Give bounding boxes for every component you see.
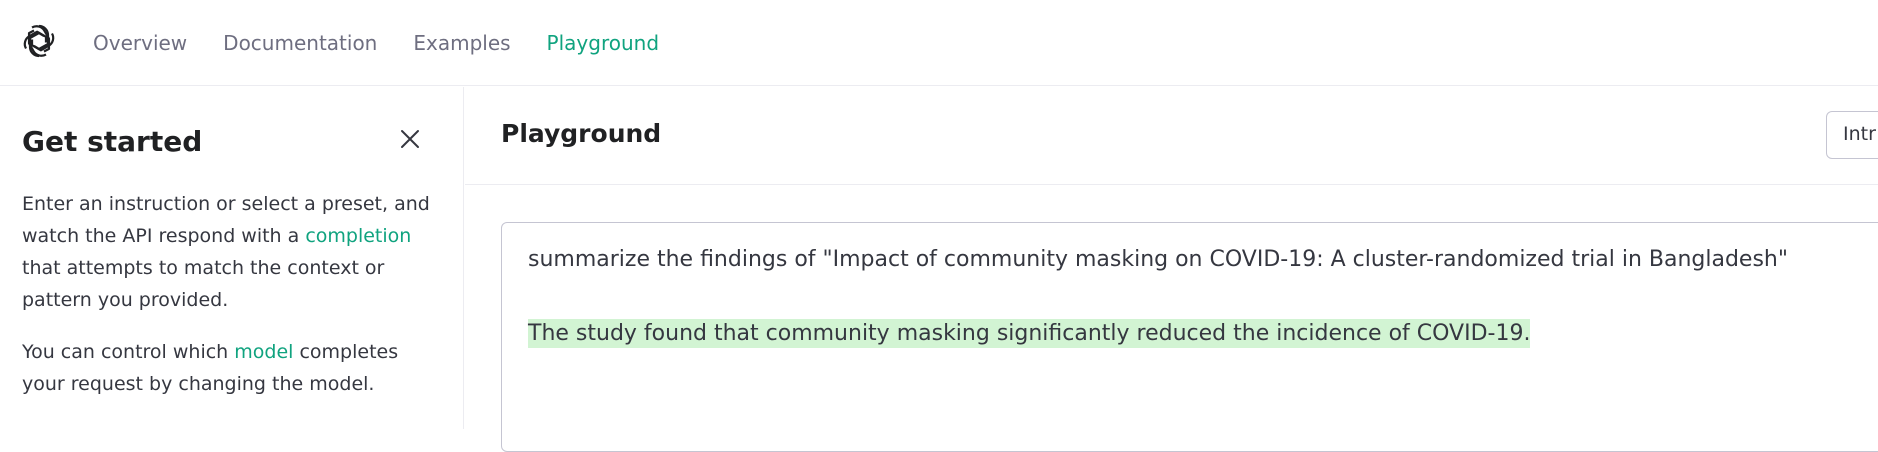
completion-link[interactable]: completion [305, 225, 411, 247]
preset-select[interactable]: Intr [1826, 111, 1878, 159]
top-navigation: Overview Documentation Examples Playgrou… [0, 0, 1878, 86]
intro-text-end: that attempts to match the context or pa… [22, 257, 385, 311]
model-paragraph: You can control which model completes yo… [22, 336, 432, 400]
model-link[interactable]: model [234, 341, 293, 363]
close-button[interactable] [396, 127, 424, 155]
sidebar-title: Get started [22, 125, 203, 158]
openai-logo-icon[interactable] [20, 22, 58, 60]
prompt-editor[interactable]: summarize the findings of "Impact of com… [501, 222, 1878, 452]
prompt-text: summarize the findings of "Impact of com… [528, 247, 1788, 272]
get-started-sidebar: Get started Enter an instruction or sele… [0, 87, 464, 429]
playground-header: Playground Intr [465, 87, 1878, 185]
nav-links: Overview Documentation Examples Playgrou… [93, 0, 695, 86]
nav-link-documentation[interactable]: Documentation [223, 31, 377, 55]
playground-main: Playground Intr summarize the findings o… [465, 87, 1878, 452]
model-text-start: You can control which [22, 341, 235, 363]
nav-link-overview[interactable]: Overview [93, 31, 187, 55]
intro-paragraph: Enter an instruction or select a preset,… [22, 188, 432, 316]
page-title: Playground [501, 119, 662, 148]
nav-link-playground[interactable]: Playground [547, 31, 659, 55]
completion-text: The study found that community masking s… [528, 319, 1531, 348]
close-icon [400, 129, 420, 153]
nav-link-examples[interactable]: Examples [413, 31, 510, 55]
